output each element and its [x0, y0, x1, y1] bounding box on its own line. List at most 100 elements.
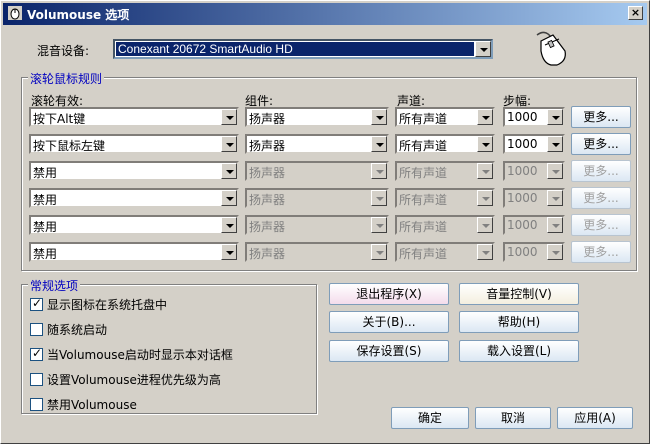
option-checkbox[interactable] [30, 296, 43, 311]
chevron-down-icon[interactable] [221, 163, 237, 179]
wheel-trigger-select[interactable]: 禁用 [29, 242, 239, 262]
more-button: 更多... [571, 241, 631, 263]
option-label[interactable]: 显示图标在系统托盘中 [47, 296, 167, 313]
component-select-value: 扬声器 [249, 139, 286, 153]
channel-select: 所有声道 [395, 242, 495, 262]
option-checkbox[interactable] [30, 346, 43, 361]
channel-select: 所有声道 [395, 215, 495, 235]
wheel-trigger-select-value: 禁用 [33, 247, 58, 261]
window-title: Volumouse 选项 [27, 8, 130, 22]
chevron-down-icon [371, 190, 387, 206]
option-checkbox[interactable] [30, 323, 43, 336]
step-select-value: 1000 [507, 191, 538, 205]
chevron-down-icon[interactable] [477, 136, 493, 152]
wheel-trigger-select-value: 禁用 [33, 166, 58, 180]
chevron-down-icon [547, 217, 563, 233]
help-button[interactable]: 帮助(H) [459, 311, 579, 333]
channel-select-value: 所有声道 [399, 112, 448, 126]
step-select: 1000 [503, 242, 565, 262]
exit-program-button[interactable]: 退出程序(X) [329, 283, 449, 305]
channel-select-value: 所有声道 [399, 139, 448, 153]
about-button[interactable]: 关于(B)... [329, 311, 449, 333]
component-select-value: 扬声器 [249, 247, 286, 261]
step-select: 1000 [503, 215, 565, 235]
option-label[interactable]: 当Volumouse启动时显示本对话框 [47, 346, 233, 363]
component-select[interactable]: 扬声器 [245, 134, 389, 154]
more-button[interactable]: 更多... [571, 133, 631, 155]
chevron-down-icon [371, 217, 387, 233]
option-label[interactable]: 禁用Volumouse [47, 396, 137, 413]
option-checkbox[interactable] [30, 373, 43, 386]
general-options-title: 常规选项 [28, 277, 81, 294]
chevron-down-icon[interactable] [477, 109, 493, 125]
option-label[interactable]: 随系统启动 [47, 321, 107, 338]
title-bar[interactable]: Volumouse 选项 × [3, 3, 647, 25]
wheel-trigger-select-value: 禁用 [33, 220, 58, 234]
component-select[interactable]: 扬声器 [245, 107, 389, 127]
mixer-device-select[interactable]: Conexant 20672 SmartAudio HD [113, 39, 493, 59]
wheel-trigger-select[interactable]: 禁用 [29, 188, 239, 208]
more-button[interactable]: 更多... [571, 106, 631, 128]
chevron-down-icon [547, 163, 563, 179]
wheel-trigger-select-value: 禁用 [33, 193, 58, 207]
chevron-down-icon [371, 244, 387, 260]
save-settings-button[interactable]: 保存设置(S) [329, 340, 449, 362]
volume-control-button[interactable]: 音量控制(V) [459, 283, 579, 305]
chevron-down-icon[interactable] [221, 244, 237, 260]
mixer-device-value: Conexant 20672 SmartAudio HD [116, 42, 474, 56]
channel-select-value: 所有声道 [399, 193, 448, 207]
option-checkbox[interactable] [30, 398, 43, 411]
step-select-value: 1000 [507, 164, 538, 178]
step-select[interactable]: 1000 [503, 107, 565, 127]
options-dialog: Volumouse 选项 × 混音设备: Conexant 20672 Smar… [0, 0, 650, 444]
wheel-trigger-select-value: 按下鼠标左键 [33, 139, 106, 153]
component-select: 扬声器 [245, 188, 389, 208]
component-select-value: 扬声器 [249, 220, 286, 234]
chevron-down-icon [371, 163, 387, 179]
step-select: 1000 [503, 188, 565, 208]
chevron-down-icon[interactable] [371, 136, 387, 152]
mixer-label: 混音设备: [37, 44, 90, 58]
chevron-down-icon[interactable] [221, 217, 237, 233]
step-select-value: 1000 [507, 110, 538, 124]
chevron-down-icon [477, 190, 493, 206]
wheel-trigger-select[interactable]: 按下鼠标左键 [29, 134, 239, 154]
load-settings-button[interactable]: 载入设置(L) [459, 340, 579, 362]
step-select-value: 1000 [507, 137, 538, 151]
mouse-icon [536, 31, 566, 66]
component-select-value: 扬声器 [249, 112, 286, 126]
close-button[interactable]: × [628, 6, 643, 20]
channel-select[interactable]: 所有声道 [395, 134, 495, 154]
chevron-down-icon[interactable] [221, 190, 237, 206]
chevron-down-icon [547, 244, 563, 260]
channel-select: 所有声道 [395, 188, 495, 208]
cancel-button[interactable]: 取消 [475, 407, 551, 429]
more-button: 更多... [571, 160, 631, 182]
chevron-down-icon [477, 217, 493, 233]
wheel-trigger-select[interactable]: 禁用 [29, 215, 239, 235]
step-select[interactable]: 1000 [503, 134, 565, 154]
chevron-down-icon [477, 244, 493, 260]
volumouse-app-icon [8, 6, 22, 20]
apply-button[interactable]: 应用(A) [557, 407, 633, 429]
channel-select[interactable]: 所有声道 [395, 107, 495, 127]
component-select: 扬声器 [245, 242, 389, 262]
chevron-down-icon[interactable] [371, 109, 387, 125]
ok-button[interactable]: 确定 [391, 407, 469, 429]
chevron-down-icon[interactable] [547, 109, 563, 125]
channel-select: 所有声道 [395, 161, 495, 181]
chevron-down-icon [547, 190, 563, 206]
chevron-down-icon[interactable] [475, 41, 491, 57]
chevron-down-icon[interactable] [547, 136, 563, 152]
chevron-down-icon[interactable] [221, 136, 237, 152]
wheel-trigger-select[interactable]: 按下Alt键 [29, 107, 239, 127]
wheel-trigger-select[interactable]: 禁用 [29, 161, 239, 181]
step-select: 1000 [503, 161, 565, 181]
step-select-value: 1000 [507, 245, 538, 259]
option-label[interactable]: 设置Volumouse进程优先级为高 [47, 371, 221, 388]
chevron-down-icon [477, 163, 493, 179]
channel-select-value: 所有声道 [399, 220, 448, 234]
channel-select-value: 所有声道 [399, 166, 448, 180]
chevron-down-icon[interactable] [221, 109, 237, 125]
component-select-value: 扬声器 [249, 166, 286, 180]
